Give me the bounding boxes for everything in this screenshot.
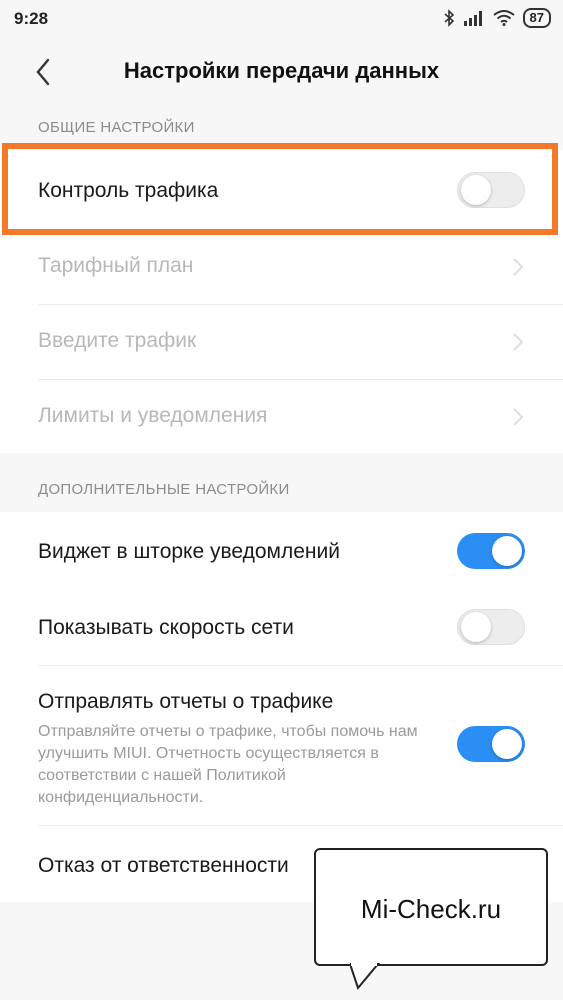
reports-label: Отправлять отчеты о трафике	[38, 690, 334, 713]
toggle-knob	[461, 175, 491, 205]
traffic-control-label: Контроль трафика	[38, 179, 219, 202]
bubble-tail	[350, 962, 381, 991]
widget-label: Виджет в шторке уведомлений	[38, 540, 340, 563]
disclaimer-label: Отказ от ответственности	[38, 854, 289, 877]
reports-description: Отправляйте отчеты о трафике, чтобы помо…	[38, 723, 418, 806]
widget-toggle[interactable]	[457, 533, 525, 569]
speed-toggle[interactable]	[457, 609, 525, 645]
traffic-control-row[interactable]: Контроль трафика	[0, 150, 563, 230]
limits-label: Лимиты и уведомления	[38, 404, 268, 427]
wifi-icon	[492, 10, 515, 26]
page-title: Настройки передачи данных	[123, 58, 440, 83]
chevron-right-icon	[513, 408, 524, 426]
chevron-right-icon	[513, 258, 524, 276]
watermark-text: Mi-Check.ru	[360, 894, 502, 924]
bluetooth-icon	[444, 9, 454, 27]
toggle-knob	[461, 612, 491, 642]
reports-toggle[interactable]	[457, 726, 525, 762]
battery-indicator: 87	[522, 8, 551, 28]
watermark-bubble: Mi-Check.ru	[314, 848, 548, 966]
section-title-general: ОБЩИЕ НАСТРОЙКИ	[38, 119, 195, 136]
traffic-control-toggle[interactable]	[457, 172, 525, 208]
speed-label: Показывать скорость сети	[38, 616, 294, 639]
enter-traffic-row[interactable]: Введите трафик	[0, 305, 563, 380]
tariff-plan-row[interactable]: Тарифный план	[0, 230, 563, 305]
widget-row[interactable]: Виджет в шторке уведомлений	[0, 512, 563, 590]
tariff-plan-label: Тарифный план	[38, 254, 194, 277]
toggle-knob	[492, 536, 522, 566]
status-icons: 87	[443, 8, 551, 28]
section-title-additional: ДОПОЛНИТЕЛЬНЫЕ НАСТРОЙКИ	[38, 481, 290, 498]
app-header: Настройки передачи данных	[0, 40, 563, 104]
toggle-knob	[492, 729, 522, 759]
status-time: 9:28	[14, 9, 49, 28]
reports-row[interactable]: Отправлять отчеты о трафике Отправляйте …	[0, 666, 563, 826]
general-settings-group: Контроль трафика Тарифный план Введите т…	[0, 150, 563, 453]
speed-row[interactable]: Показывать скорость сети	[0, 590, 563, 666]
status-bar: 9:28 87	[0, 0, 563, 40]
limits-row[interactable]: Лимиты и уведомления	[0, 380, 563, 453]
enter-traffic-label: Введите трафик	[38, 329, 197, 352]
chevron-right-icon	[513, 333, 524, 351]
additional-settings-group: Виджет в шторке уведомлений Показывать с…	[0, 512, 563, 902]
signal-icon	[463, 11, 482, 26]
